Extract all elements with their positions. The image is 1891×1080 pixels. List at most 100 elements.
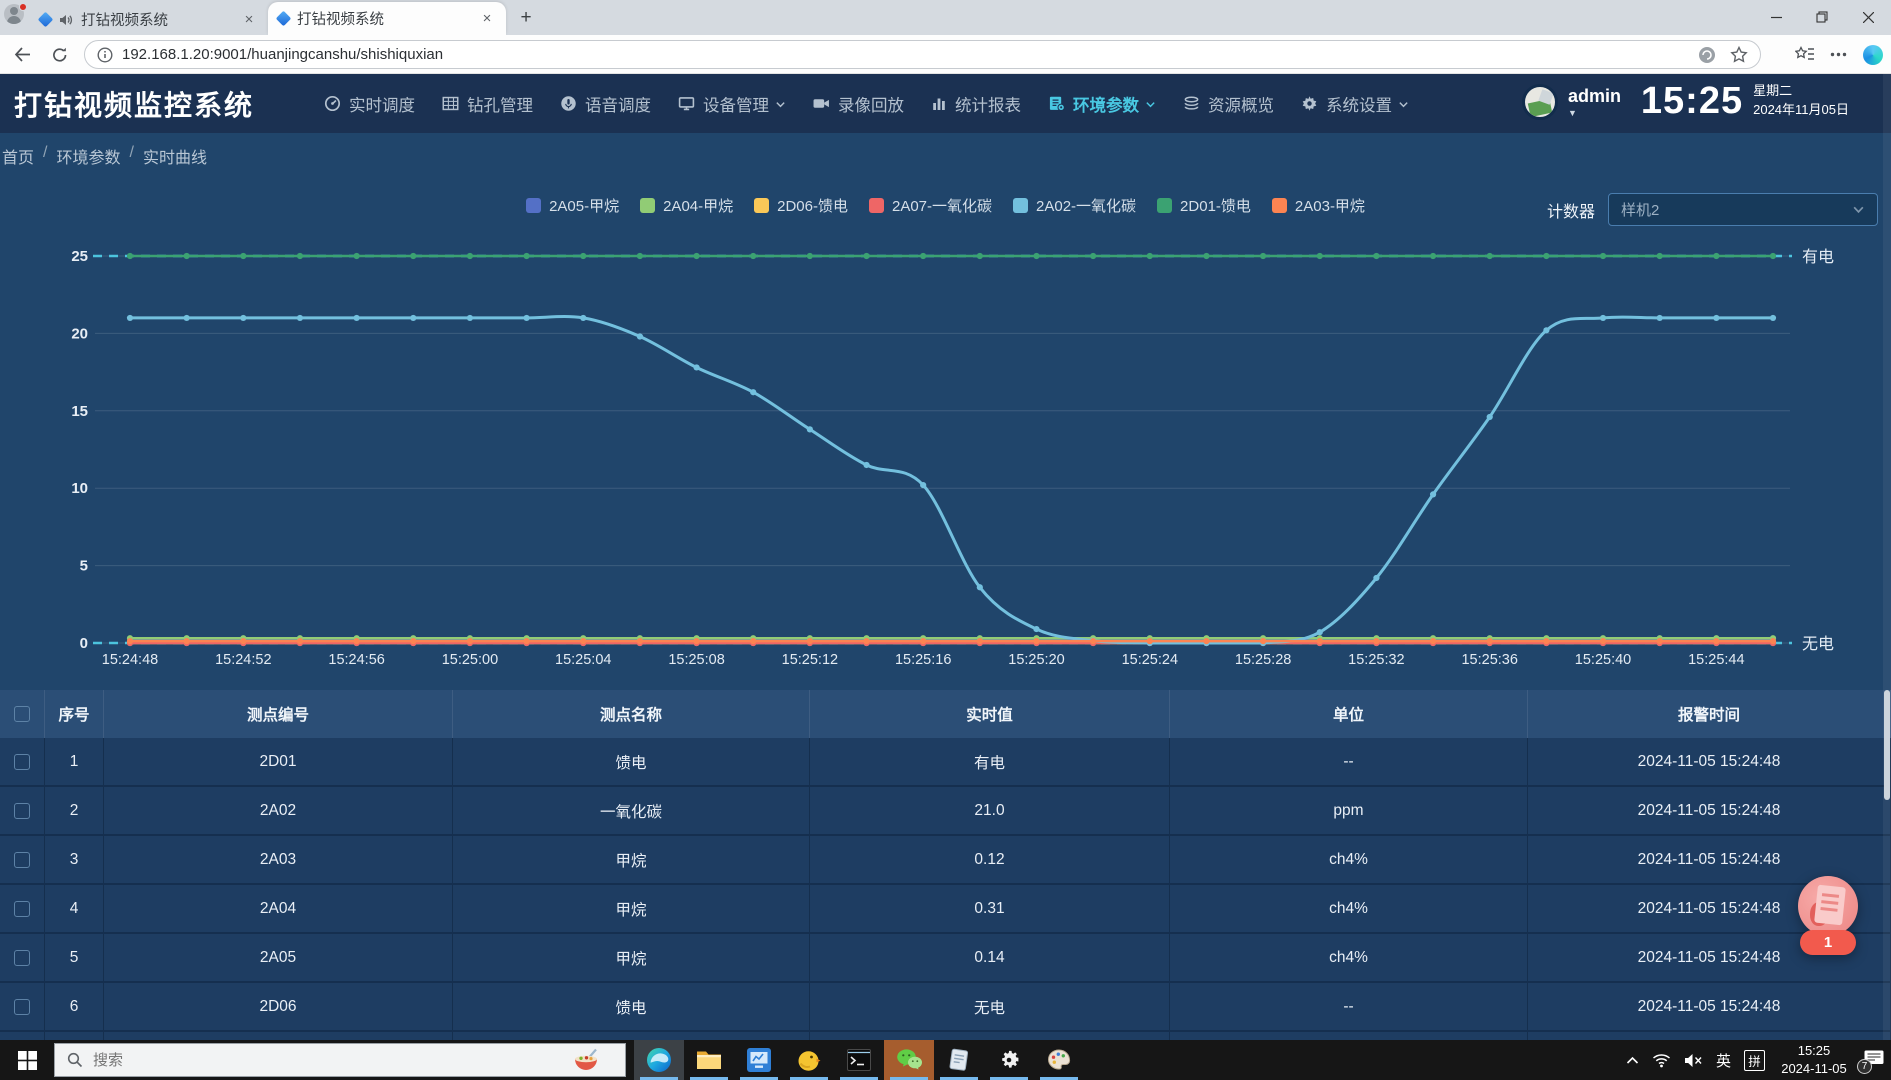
data-point[interactable]: [1147, 638, 1153, 644]
data-point[interactable]: [750, 253, 756, 259]
nav-item-6[interactable]: 统计报表: [931, 92, 1021, 116]
data-point[interactable]: [1090, 638, 1096, 644]
close-button[interactable]: [1845, 0, 1891, 34]
data-point[interactable]: [693, 364, 699, 370]
table-row[interactable]: 52A05甲烷0.14ch4%2024-11-05 15:24:48: [0, 934, 1891, 983]
data-point[interactable]: [1317, 638, 1323, 644]
data-point[interactable]: [750, 389, 756, 395]
data-point[interactable]: [354, 315, 360, 321]
nav-item-3[interactable]: 语音调度: [560, 92, 651, 116]
data-point[interactable]: [693, 638, 699, 644]
url-text[interactable]: 192.168.1.20:9001/huanjingcanshu/shishiq…: [122, 46, 443, 63]
data-point[interactable]: [1657, 638, 1663, 644]
data-point[interactable]: [1713, 253, 1719, 259]
data-point[interactable]: [1487, 638, 1493, 644]
favorites-bar-icon[interactable]: [1795, 46, 1814, 63]
data-point[interactable]: [1373, 638, 1379, 644]
volume-muted-icon[interactable]: [1684, 1053, 1703, 1068]
data-point[interactable]: [920, 253, 926, 259]
data-point[interactable]: [750, 638, 756, 644]
data-point[interactable]: [1033, 638, 1039, 644]
data-point[interactable]: [977, 638, 983, 644]
row-checkbox[interactable]: [14, 754, 30, 770]
data-point[interactable]: [637, 333, 643, 339]
data-point[interactable]: [240, 315, 246, 321]
site-info-icon[interactable]: [97, 47, 113, 63]
data-point[interactable]: [1600, 253, 1606, 259]
search-highlight-bowl-icon[interactable]: [573, 1048, 599, 1073]
tray-clock[interactable]: 15:25 2024-11-05: [1778, 1042, 1850, 1077]
taskbar-app-notepad[interactable]: [934, 1040, 984, 1080]
reading-mode-icon[interactable]: [1698, 46, 1716, 64]
data-point[interactable]: [1260, 253, 1266, 259]
data-point[interactable]: [1713, 315, 1719, 321]
data-point[interactable]: [920, 482, 926, 488]
more-menu-icon[interactable]: [1830, 52, 1847, 57]
nav-item-5[interactable]: 录像回放: [813, 92, 904, 116]
taskbar-app-settings[interactable]: [984, 1040, 1034, 1080]
row-checkbox[interactable]: [14, 999, 30, 1015]
row-checkbox[interactable]: [14, 950, 30, 966]
data-point[interactable]: [354, 638, 360, 644]
tab-close-icon[interactable]: ×: [240, 11, 258, 29]
data-point[interactable]: [1147, 253, 1153, 259]
avatar[interactable]: [1522, 84, 1558, 120]
data-point[interactable]: [807, 638, 813, 644]
legend-item[interactable]: 2D06-馈电: [754, 195, 848, 216]
data-point[interactable]: [1430, 638, 1436, 644]
data-point[interactable]: [1430, 491, 1436, 497]
data-point[interactable]: [1770, 315, 1776, 321]
data-point[interactable]: [1373, 253, 1379, 259]
data-point[interactable]: [240, 638, 246, 644]
data-point[interactable]: [1317, 253, 1323, 259]
data-point[interactable]: [580, 638, 586, 644]
data-point[interactable]: [297, 315, 303, 321]
data-point[interactable]: [354, 253, 360, 259]
data-point[interactable]: [467, 638, 473, 644]
data-point[interactable]: [977, 584, 983, 590]
data-point[interactable]: [863, 638, 869, 644]
data-point[interactable]: [1487, 414, 1493, 420]
data-point[interactable]: [580, 253, 586, 259]
scrollbar-thumb[interactable]: [1884, 690, 1890, 800]
nav-item-7[interactable]: 环境参数: [1048, 92, 1156, 116]
taskbar-app-music-bird[interactable]: [784, 1040, 834, 1080]
data-point[interactable]: [1657, 253, 1663, 259]
data-point[interactable]: [1543, 327, 1549, 333]
data-point[interactable]: [410, 638, 416, 644]
data-point[interactable]: [467, 253, 473, 259]
data-point[interactable]: [240, 253, 246, 259]
table-row[interactable]: 42A04甲烷0.31ch4%2024-11-05 15:24:48: [0, 885, 1891, 934]
hidden-icons-chevron[interactable]: [1626, 1056, 1639, 1065]
data-point[interactable]: [863, 253, 869, 259]
legend-item[interactable]: 2D01-馈电: [1157, 195, 1251, 216]
nav-item-8[interactable]: 资源概览: [1183, 92, 1274, 116]
nav-item-2[interactable]: 钻孔管理: [442, 92, 533, 116]
browser-tab[interactable]: 打钻视频系统×: [30, 4, 268, 35]
search-input[interactable]: [93, 1052, 473, 1069]
data-point[interactable]: [863, 462, 869, 468]
ime-language-indicator[interactable]: 英: [1716, 1050, 1731, 1071]
data-point[interactable]: [127, 638, 133, 644]
taskbar-app-edge[interactable]: [634, 1040, 684, 1080]
data-point[interactable]: [580, 315, 586, 321]
table-row[interactable]: 22A02一氧化碳21.0ppm2024-11-05 15:24:48: [0, 787, 1891, 836]
row-checkbox[interactable]: [14, 803, 30, 819]
refresh-button[interactable]: [44, 40, 76, 69]
legend-item[interactable]: 2A04-甲烷: [640, 195, 733, 216]
copilot-icon[interactable]: [1863, 45, 1883, 65]
taskbar-app-paint[interactable]: [1034, 1040, 1084, 1080]
legend-item[interactable]: 2A05-甲烷: [526, 195, 619, 216]
data-point[interactable]: [184, 315, 190, 321]
legend-item[interactable]: 2A03-甲烷: [1272, 195, 1365, 216]
taskbar-app-wechat[interactable]: [884, 1040, 934, 1080]
data-point[interactable]: [467, 315, 473, 321]
data-point[interactable]: [297, 638, 303, 644]
data-point[interactable]: [1317, 629, 1323, 635]
data-point[interactable]: [523, 253, 529, 259]
data-point[interactable]: [1600, 315, 1606, 321]
data-point[interactable]: [1487, 253, 1493, 259]
data-point[interactable]: [1033, 253, 1039, 259]
data-point[interactable]: [1090, 253, 1096, 259]
series-line[interactable]: [130, 317, 1773, 643]
